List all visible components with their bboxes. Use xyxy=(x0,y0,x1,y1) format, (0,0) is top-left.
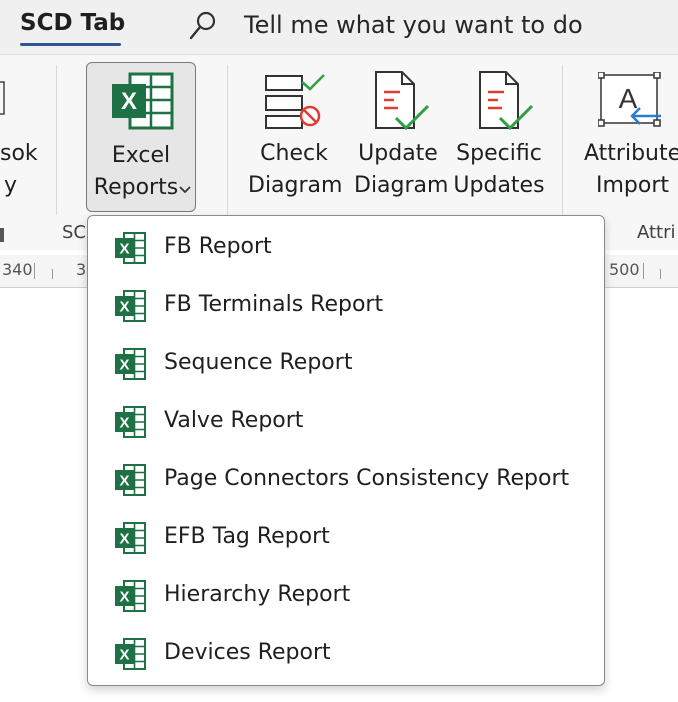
check-diagram-label[interactable]: Check xyxy=(248,138,340,170)
excel-icon: X xyxy=(115,522,146,554)
menu-item-devices-report[interactable]: X Devices Report xyxy=(88,625,604,683)
specific-updates-icon[interactable] xyxy=(474,70,536,132)
svg-text:X: X xyxy=(121,88,137,115)
ribbon-separator xyxy=(56,65,57,215)
menu-item-label: EFB Tag Report xyxy=(164,524,330,549)
update-diagram-label[interactable]: Update xyxy=(354,138,442,170)
attribute-import-label-2: Import xyxy=(596,173,670,198)
menu-item-efb-tag-report[interactable]: X EFB Tag Report xyxy=(88,509,604,567)
check-diagram-label-2: Diagram xyxy=(248,173,343,198)
menu-item-label: Sequence Report xyxy=(164,350,353,375)
svg-text:X: X xyxy=(119,531,129,548)
menu-item-valve-report[interactable]: X Valve Report xyxy=(88,393,604,451)
partial-group-mark xyxy=(0,228,4,242)
active-tab-indicator xyxy=(20,43,121,46)
svg-text:X: X xyxy=(119,241,129,258)
svg-text:X: X xyxy=(119,299,129,316)
excel-icon: X xyxy=(115,290,146,322)
excel-icon: X xyxy=(115,348,146,380)
menu-item-hierarchy-report[interactable]: X Hierarchy Report xyxy=(88,567,604,625)
excel-reports-label-2: Reports xyxy=(93,175,179,200)
update-diagram-label-2: Diagram xyxy=(354,173,449,198)
menu-item-label: Page Connectors Consistency Report xyxy=(164,466,570,491)
ribbon-separator xyxy=(227,65,228,215)
ruler-number: 3 xyxy=(76,260,87,279)
specific-updates-label-2: Updates xyxy=(453,173,545,198)
excel-icon: X xyxy=(115,464,146,496)
svg-text:X: X xyxy=(119,357,129,374)
attribute-import-label[interactable]: Attribute xyxy=(580,138,678,170)
excel-icon: X xyxy=(115,406,146,438)
attribute-import-icon[interactable]: A xyxy=(598,72,662,128)
menu-item-label: Devices Report xyxy=(164,640,331,665)
excel-icon: X xyxy=(115,232,146,264)
ruler-number: 500 xyxy=(609,260,640,279)
menu-item-fb-terminals-report[interactable]: X FB Terminals Report xyxy=(88,277,604,335)
update-diagram-icon[interactable] xyxy=(370,70,432,132)
partial-icon xyxy=(0,81,5,115)
menu-item-label: Hierarchy Report xyxy=(164,582,351,607)
tell-me-search-input[interactable]: Tell me what you want to do xyxy=(244,11,583,39)
excel-reports-label: Excel xyxy=(111,143,171,168)
menu-item-sequence-report[interactable]: X Sequence Report xyxy=(88,335,604,393)
svg-text:X: X xyxy=(119,647,129,664)
svg-text:X: X xyxy=(119,473,129,490)
menu-item-label: FB Terminals Report xyxy=(164,292,384,317)
tab-scd[interactable]: SCD Tab xyxy=(20,10,125,36)
ribbon-tab-bar: SCD Tab Tell me what you want to do xyxy=(0,0,678,55)
ribbon-separator xyxy=(562,65,563,215)
ruler-number: 340 xyxy=(2,260,33,279)
svg-text:X: X xyxy=(119,589,129,606)
excel-icon: X xyxy=(115,580,146,612)
excel-icon: X xyxy=(115,638,146,670)
partial-button-label-2: y xyxy=(4,173,18,198)
group-label-scd: SC xyxy=(62,222,86,243)
excel-reports-button[interactable]: X Excel Reports xyxy=(86,62,196,212)
menu-item-fb-report[interactable]: X FB Report xyxy=(88,219,604,277)
excel-reports-dropdown: X FB Report X FB Terminals Report X Sequ… xyxy=(87,215,605,686)
check-diagram-icon[interactable] xyxy=(262,72,326,130)
chevron-down-icon xyxy=(179,186,191,194)
specific-updates-label[interactable]: Specific xyxy=(452,138,546,170)
menu-item-label: Valve Report xyxy=(164,408,304,433)
menu-item-page-connectors-report[interactable]: X Page Connectors Consistency Report xyxy=(88,451,604,509)
menu-item-label: FB Report xyxy=(164,234,272,259)
excel-icon: X xyxy=(112,72,174,130)
svg-text:A: A xyxy=(619,83,638,114)
partial-button-label[interactable]: sok xyxy=(0,138,38,170)
svg-text:X: X xyxy=(119,415,129,432)
group-label-attribute: Attri xyxy=(637,222,676,243)
search-icon[interactable] xyxy=(188,10,218,42)
